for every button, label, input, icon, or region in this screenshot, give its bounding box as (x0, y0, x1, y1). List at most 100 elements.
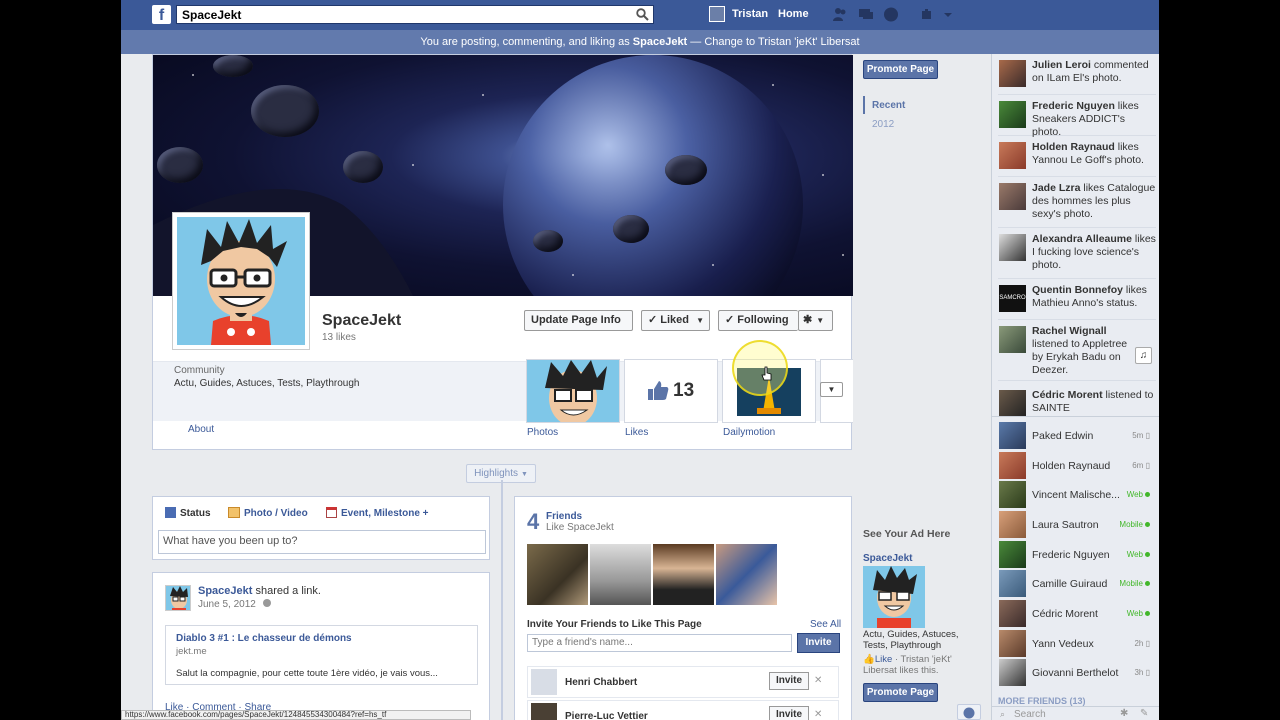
page-likes-count[interactable]: 13 likes (322, 332, 356, 343)
update-page-info-button[interactable]: Update Page Info (524, 310, 633, 331)
invite-friend-button[interactable]: Invite (769, 672, 809, 690)
post-date[interactable]: June 5, 2012 (198, 599, 271, 610)
ticker-item[interactable]: Jade Lzra likes Catalogue des hommes les… (998, 182, 1156, 228)
online-dot-icon (1145, 552, 1150, 558)
globe-button[interactable] (957, 704, 981, 720)
chat-contact[interactable]: Yann Vedeux 2h ▯ (998, 630, 1156, 658)
close-icon[interactable]: ✕ (814, 675, 822, 686)
close-icon[interactable]: ✕ (814, 709, 822, 720)
friends-title[interactable]: Friends (546, 511, 582, 522)
asteroid (533, 230, 563, 252)
invite-button[interactable]: Invite (797, 633, 840, 653)
following-button[interactable]: ✓ Following (718, 310, 798, 331)
ticker-item[interactable]: SAMCRO Quentin Bonnefoy likes Mathieu An… (998, 284, 1156, 320)
link-preview[interactable]: Diablo 3 #1 : Le chasseur de démons jekt… (165, 625, 478, 685)
chat-contact[interactable]: Frederic Nguyen Web (998, 541, 1156, 569)
avatar (999, 600, 1026, 627)
thumbs-up-icon: 👍 (863, 654, 875, 665)
page-title[interactable]: SpaceJekt (322, 312, 401, 330)
chevron-down-icon: ▼ (816, 316, 825, 325)
user-avatar[interactable] (709, 6, 725, 22)
more-friends-link[interactable]: MORE FRIENDS (13) (998, 696, 1086, 706)
mobile-icon: ▯ (1145, 639, 1150, 648)
messages-icon[interactable] (858, 7, 874, 22)
new-message-icon[interactable]: ✎ (1140, 708, 1148, 719)
avatar (999, 101, 1026, 128)
home-link[interactable]: Home (778, 8, 809, 20)
notice-page-name: SpaceJekt (632, 36, 688, 48)
scrubber-year[interactable]: 2012 (872, 119, 894, 130)
liked-button[interactable]: ✓ Liked ▼ (641, 310, 710, 331)
about-link[interactable]: About (188, 424, 214, 435)
link-title[interactable]: Diablo 3 #1 : Le chasseur de démons (176, 633, 352, 644)
chat-search-input[interactable]: Search (1014, 709, 1046, 720)
ticker-item[interactable]: Julien Leroi commented on ILam El's phot… (998, 59, 1156, 95)
ad-page-link[interactable]: SpaceJekt (863, 553, 912, 564)
likes-app-tile[interactable]: 13 (624, 359, 718, 423)
chat-status: Web (1127, 609, 1150, 618)
avatar (177, 217, 305, 345)
tab-photo-video[interactable]: Photo / Video (228, 507, 308, 519)
page-settings-button[interactable]: ✱ ▼ (798, 310, 833, 331)
avatar[interactable] (531, 669, 557, 695)
tab-status[interactable]: Status (165, 507, 211, 519)
friend-requests-icon[interactable] (832, 7, 848, 22)
chat-contact[interactable]: Vincent Malische... Web (998, 481, 1156, 509)
ticker-item[interactable]: Alexandra Alleaume likes I fucking love … (998, 233, 1156, 279)
ad-like-line: 👍Like · Tristan 'jeKt' Libersat likes th… (863, 654, 952, 676)
invite-friend-input[interactable]: Type a friend's name... (527, 634, 792, 652)
photos-app-label[interactable]: Photos (527, 427, 558, 438)
ticker-item[interactable]: Cédric Morent listened to SAINTE (998, 390, 1156, 416)
profile-link[interactable]: Tristan (732, 8, 768, 20)
friend-photo[interactable] (716, 544, 777, 605)
apps-toggle-button[interactable]: ▼ (820, 382, 843, 397)
chat-contact[interactable]: Laura Sautron Mobile (998, 511, 1156, 539)
avatar[interactable] (531, 703, 557, 720)
tab-event-milestone[interactable]: Event, Milestone + (326, 507, 429, 519)
scrubber-recent[interactable]: Recent (872, 100, 905, 111)
dailymotion-app-label[interactable]: Dailymotion (723, 427, 775, 438)
photos-app-tile[interactable] (526, 359, 620, 423)
friend-photo[interactable] (590, 544, 651, 605)
notifications-globe-icon[interactable] (883, 7, 899, 22)
avatar (999, 422, 1026, 449)
link-description: Salut la compagnie, pour cette toute 1èr… (176, 668, 438, 679)
ticker-item[interactable]: Frederic Nguyen likes Sneakers ADDICT's … (998, 100, 1156, 138)
promote-page-button[interactable]: Promote Page (863, 60, 938, 79)
search-icon[interactable] (636, 8, 649, 21)
chat-contact[interactable]: Holden Raynaud 6m ▯ (998, 452, 1156, 480)
globe-icon (262, 599, 271, 607)
avatar[interactable] (165, 585, 191, 611)
account-icon[interactable] (921, 7, 937, 22)
status-input[interactable]: What have you been up to? (158, 530, 486, 554)
friend-photo[interactable] (527, 544, 588, 605)
ad-image[interactable] (863, 566, 925, 628)
ticker-item[interactable]: Holden Raynaud likes Yannou Le Goff's ph… (998, 141, 1156, 177)
scrubber-marker (863, 96, 865, 114)
facebook-logo[interactable]: f (152, 5, 171, 24)
search-input[interactable]: SpaceJekt (182, 8, 241, 22)
likes-app-label[interactable]: Likes (625, 427, 648, 438)
ad-like-link[interactable]: Like (875, 654, 892, 665)
invite-friend-button[interactable]: Invite (769, 706, 809, 720)
music-note-icon[interactable]: ♫ (1135, 347, 1152, 364)
chat-status: Web (1127, 490, 1150, 499)
avatar (999, 481, 1026, 508)
see-all-link[interactable]: See All (810, 619, 841, 630)
promote-page-button-2[interactable]: Promote Page (863, 683, 938, 702)
ad-heading[interactable]: See Your Ad Here (863, 528, 950, 540)
post-author-link[interactable]: SpaceJekt (198, 585, 252, 597)
top-bar: f SpaceJekt Tristan Home (121, 0, 1159, 30)
chat-contact[interactable]: Paked Edwin 5m ▯ (998, 422, 1156, 450)
chat-status: Web (1127, 550, 1150, 559)
change-identity-link[interactable]: Change to Tristan 'jeKt' Libersat (704, 36, 859, 48)
ticker-item[interactable]: Rachel Wignall listened to Appletree by … (998, 325, 1156, 381)
chat-contact[interactable]: Cédric Morent Web (998, 600, 1156, 628)
friend-photo[interactable] (653, 544, 714, 605)
profile-picture[interactable] (172, 212, 310, 350)
chat-contact[interactable]: Giovanni Berthelot 3h ▯ (998, 659, 1156, 687)
gear-icon[interactable]: ✱ (1120, 708, 1128, 719)
search-box[interactable]: SpaceJekt (176, 5, 654, 24)
chat-contact[interactable]: Camille Guiraud Mobile (998, 570, 1156, 598)
chevron-down-icon[interactable] (943, 7, 953, 22)
